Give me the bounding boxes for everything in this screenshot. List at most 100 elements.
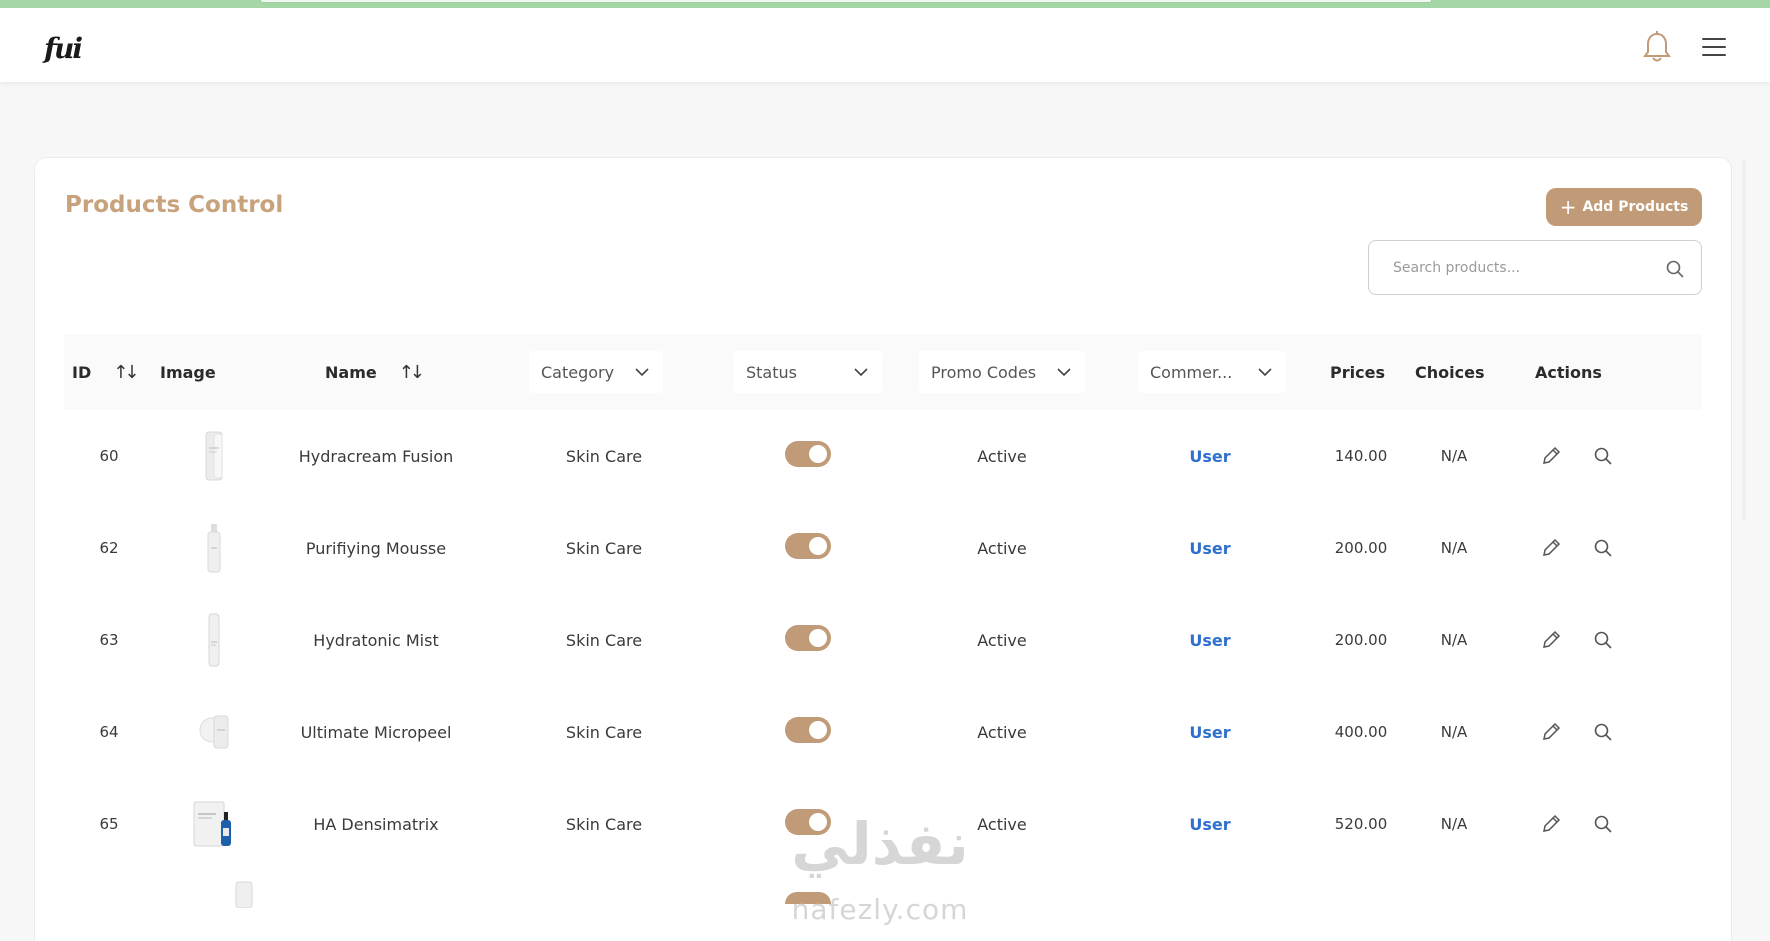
promo-status: Active (977, 538, 1027, 558)
product-thumbnail (207, 524, 221, 573)
bell-icon[interactable] (1641, 30, 1673, 64)
commercial-user-link[interactable]: User (1189, 631, 1230, 650)
promo-status: Active (977, 722, 1027, 742)
product-price: 520.00 (1334, 815, 1388, 833)
view-action (1578, 686, 1628, 778)
chevron-down-icon (1057, 367, 1071, 376)
status-toggle-cell (758, 686, 858, 778)
product-category: Skin Care (565, 446, 643, 466)
commercial-cell: User (1150, 686, 1270, 778)
sort-icon[interactable]: ↑↓ (113, 362, 139, 383)
pencil-icon[interactable] (1540, 813, 1562, 835)
view-action (1578, 594, 1628, 686)
search-icon[interactable] (1592, 629, 1614, 651)
status-filter-label: Status (746, 362, 797, 382)
table-row: 63 Hydratonic Mist Skin Care Active User… (64, 594, 1702, 686)
chevron-down-icon (854, 367, 868, 376)
status-toggle[interactable] (785, 717, 831, 743)
product-image (184, 778, 244, 870)
edit-action (1526, 594, 1576, 686)
search-icon[interactable] (1592, 537, 1614, 559)
product-thumbnail (208, 613, 220, 667)
product-choices: N/A (1440, 723, 1468, 741)
commercial-cell: User (1150, 410, 1270, 502)
product-price: 140.00 (1334, 447, 1388, 465)
top-header: fui (0, 8, 1770, 82)
status-toggle[interactable] (785, 625, 831, 651)
column-choices: Choices (1415, 334, 1484, 410)
product-price: 400.00 (1334, 723, 1388, 741)
search-icon[interactable] (1665, 259, 1685, 279)
sort-icon[interactable]: ↑↓ (399, 362, 425, 383)
view-action (1578, 410, 1628, 502)
status-toggle-cell (758, 502, 858, 594)
edit-action (1526, 502, 1576, 594)
product-choices: N/A (1440, 539, 1468, 557)
pencil-icon[interactable] (1540, 537, 1562, 559)
scrollbar[interactable] (1742, 160, 1746, 520)
product-thumbnail (199, 715, 229, 749)
row-id: 63 (99, 631, 119, 649)
search-input[interactable] (1393, 257, 1653, 279)
category-filter-label: Category (541, 362, 615, 382)
hamburger-menu-icon[interactable] (1702, 38, 1726, 58)
product-image (184, 594, 244, 686)
column-prices: Prices (1330, 334, 1385, 410)
commercial-user-link[interactable]: User (1189, 447, 1230, 466)
address-bar-edge (260, 0, 1432, 3)
edit-action (1526, 778, 1576, 870)
add-products-label: Add Products (1582, 199, 1689, 215)
commercial-user-link[interactable]: User (1189, 539, 1230, 558)
category-filter-dropdown[interactable]: Category (529, 351, 663, 393)
row-id: 60 (99, 447, 119, 465)
column-image: Image (160, 334, 216, 410)
product-name: HA Densimatrix (313, 814, 439, 834)
watermark: نفذلي nafezly.com (770, 815, 990, 941)
view-action (1578, 778, 1628, 870)
column-prices-label: Prices (1330, 362, 1385, 382)
status-toggle-cell (758, 594, 858, 686)
search-icon[interactable] (1592, 721, 1614, 743)
plus-icon: + (1559, 195, 1577, 219)
column-id-label: ID (72, 362, 92, 382)
commercial-user-link[interactable]: User (1189, 815, 1230, 834)
commercial-cell: User (1150, 502, 1270, 594)
commercial-filter-label: Commer... (1150, 362, 1233, 382)
edit-action (1526, 686, 1576, 778)
commercial-cell: User (1150, 778, 1270, 870)
column-image-label: Image (160, 362, 216, 382)
column-name-label: Name (325, 362, 377, 382)
status-filter-dropdown[interactable]: Status (734, 351, 882, 393)
promo-status: Active (977, 630, 1027, 650)
product-category: Skin Care (565, 538, 643, 558)
table-row: 62 Purifiying Mousse Skin Care Active Us… (64, 502, 1702, 594)
column-choices-label: Choices (1415, 362, 1485, 382)
page-title: Products Control (65, 192, 284, 218)
pencil-icon[interactable] (1540, 721, 1562, 743)
product-choices: N/A (1440, 815, 1468, 833)
search-icon[interactable] (1592, 813, 1614, 835)
logo[interactable]: fui (44, 32, 83, 65)
status-toggle[interactable] (785, 441, 831, 467)
commercial-user-link[interactable]: User (1189, 723, 1230, 742)
commercial-cell: User (1150, 594, 1270, 686)
row-id: 62 (99, 539, 119, 557)
status-toggle[interactable] (785, 533, 831, 559)
commercial-filter-dropdown[interactable]: Commer... (1138, 351, 1286, 393)
product-image (184, 410, 244, 502)
pencil-icon[interactable] (1540, 445, 1562, 467)
promo-codes-filter-dropdown[interactable]: Promo Codes (919, 351, 1085, 393)
search-icon[interactable] (1592, 445, 1614, 467)
pencil-icon[interactable] (1540, 629, 1562, 651)
search-box[interactable] (1368, 240, 1702, 295)
add-products-button[interactable]: + Add Products (1546, 188, 1702, 226)
table-header: ID ↑↓ Image Name ↑↓ Category Status Prom… (64, 334, 1702, 410)
product-category: Skin Care (565, 630, 643, 650)
product-thumbnail (205, 431, 223, 481)
column-actions: Actions (1535, 334, 1602, 410)
column-actions-label: Actions (1535, 362, 1602, 382)
column-id: ID ↑↓ (72, 334, 139, 410)
promo-codes-filter-label: Promo Codes (931, 362, 1037, 382)
row-id: 64 (99, 723, 119, 741)
table-row: 60 Hydracream Fusion Skin Care Active Us… (64, 410, 1702, 502)
